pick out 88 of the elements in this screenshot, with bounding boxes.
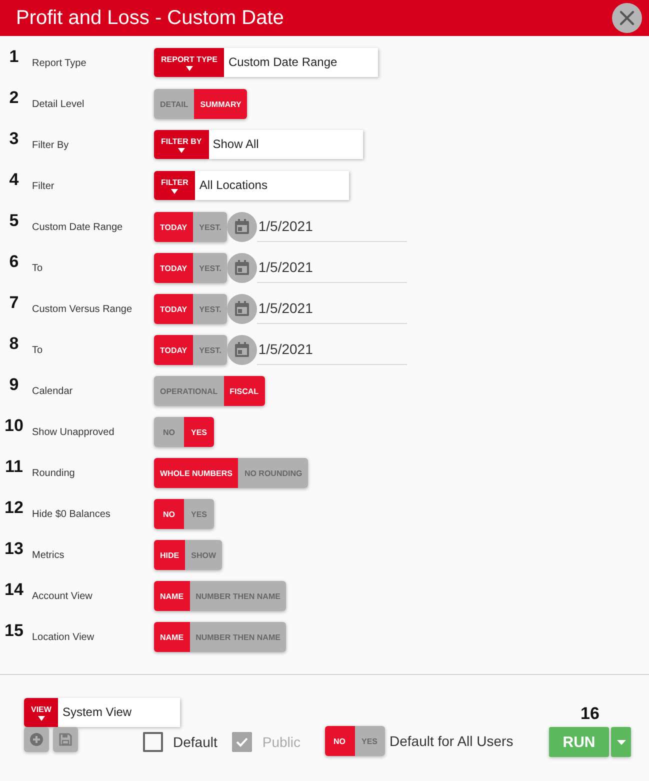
toggle-option[interactable]: NAME	[154, 581, 190, 611]
setting-label: Calendar	[32, 386, 73, 397]
checkbox-label: Public	[262, 734, 300, 750]
toggle-option[interactable]: WHOLE NUMBERS	[154, 458, 238, 488]
setting-label: Rounding	[32, 468, 75, 479]
toggle-option[interactable]: YES	[354, 726, 384, 756]
select-field[interactable]: Show All	[208, 130, 363, 159]
caret-icon	[186, 66, 193, 70]
toggle-option[interactable]: NO	[154, 417, 184, 447]
toggle-option[interactable]: SHOW	[185, 540, 222, 570]
toggle-option[interactable]: DETAIL	[154, 89, 194, 119]
dropdown-button[interactable]: FILTER BY	[154, 130, 209, 159]
dropdown-button[interactable]: VIEW	[24, 698, 58, 727]
toggle-option[interactable]: NAME	[154, 622, 190, 652]
toggle-option[interactable]: TODAY	[154, 253, 194, 283]
toggle-option[interactable]: TODAY	[154, 294, 194, 324]
toggle-option[interactable]: OPERATIONAL	[154, 376, 224, 406]
step-number: 3	[9, 130, 19, 147]
toggle-option[interactable]: SUMMARY	[194, 89, 248, 119]
step-number: 6	[9, 253, 19, 270]
toggle-option[interactable]: TODAY	[154, 335, 194, 365]
step-number: 8	[9, 335, 19, 352]
toggle-option[interactable]: YES	[184, 417, 214, 447]
calendar-icon[interactable]	[227, 253, 258, 283]
plus-circle-icon	[30, 733, 43, 746]
caret-icon	[38, 716, 45, 720]
step-number: 12	[4, 499, 24, 516]
setting-label: Detail Level	[32, 99, 84, 110]
select-field[interactable]: Custom Date Range	[224, 48, 378, 77]
setting-label: Report Type	[32, 58, 86, 69]
date-field[interactable]: 1/5/2021	[257, 212, 408, 242]
run-button[interactable]: RUN	[549, 727, 609, 757]
dropdown-button[interactable]: REPORT TYPE	[154, 48, 224, 77]
calendar-icon[interactable]	[227, 335, 258, 365]
window-title: Profit and Loss - Custom Date	[16, 6, 284, 30]
setting-label: To	[32, 263, 43, 274]
setting-label: Show Unapproved	[32, 427, 114, 438]
step-number: 1	[9, 48, 19, 65]
step-number: 10	[4, 417, 24, 434]
step-number: 4	[9, 171, 19, 188]
date-field[interactable]: 1/5/2021	[257, 294, 408, 324]
setting-label: Custom Versus Range	[32, 304, 132, 315]
toggle-label: Default for All Users	[390, 733, 514, 749]
toggle-option[interactable]: YES	[184, 499, 214, 529]
close-icon	[619, 10, 635, 26]
checkbox-label: Default	[173, 734, 218, 750]
toggle-option[interactable]: TODAY	[154, 212, 194, 242]
setting-label: Filter By	[32, 140, 69, 151]
step-number: 5	[9, 212, 19, 229]
toggle-option[interactable]: NUMBER THEN NAME	[190, 622, 286, 652]
caret-icon	[171, 188, 178, 194]
date-field[interactable]: 1/5/2021	[257, 253, 408, 283]
setting-label: Account View	[32, 591, 92, 602]
toggle-option[interactable]: NO ROUNDING	[238, 458, 308, 488]
step-number: 11	[5, 458, 23, 475]
step-number: 14	[4, 581, 24, 598]
setting-label: Custom Date Range	[32, 222, 123, 233]
setting-label: To	[32, 345, 43, 356]
checkbox[interactable]	[143, 732, 163, 752]
caret-icon	[178, 148, 185, 152]
dropdown-button[interactable]: FILTER	[154, 171, 196, 200]
toggle-option[interactable]: YEST.	[193, 212, 228, 242]
date-field[interactable]: 1/5/2021	[257, 335, 408, 365]
toggle-option[interactable]: NUMBER THEN NAME	[190, 581, 286, 611]
caret-icon	[616, 740, 626, 744]
step-number: 16	[580, 705, 600, 722]
calendar-icon[interactable]	[227, 294, 258, 324]
toggle-option[interactable]: FISCAL	[224, 376, 265, 406]
step-number: 13	[4, 540, 24, 557]
calendar-icon[interactable]	[227, 212, 258, 242]
toggle-option[interactable]: NO	[154, 499, 184, 529]
check-icon	[236, 737, 248, 747]
toggle-option[interactable]: YEST.	[193, 253, 228, 283]
step-number: 7	[9, 294, 19, 311]
setting-label: Metrics	[32, 550, 64, 561]
setting-label: Location View	[32, 632, 94, 643]
setting-label: Filter	[32, 181, 54, 192]
toggle-option[interactable]: NO	[324, 726, 354, 756]
setting-label: Hide $0 Balances	[32, 509, 110, 520]
step-number: 15	[4, 622, 24, 639]
close-button[interactable]	[612, 3, 642, 33]
select-field[interactable]: System View	[58, 698, 180, 727]
toggle-option[interactable]: YEST.	[193, 335, 228, 365]
select-field[interactable]: All Locations	[195, 171, 350, 200]
toggle-option[interactable]: HIDE	[154, 540, 186, 570]
toggle-option[interactable]: YEST.	[193, 294, 228, 324]
step-number: 9	[9, 376, 19, 393]
step-number: 2	[9, 89, 19, 106]
